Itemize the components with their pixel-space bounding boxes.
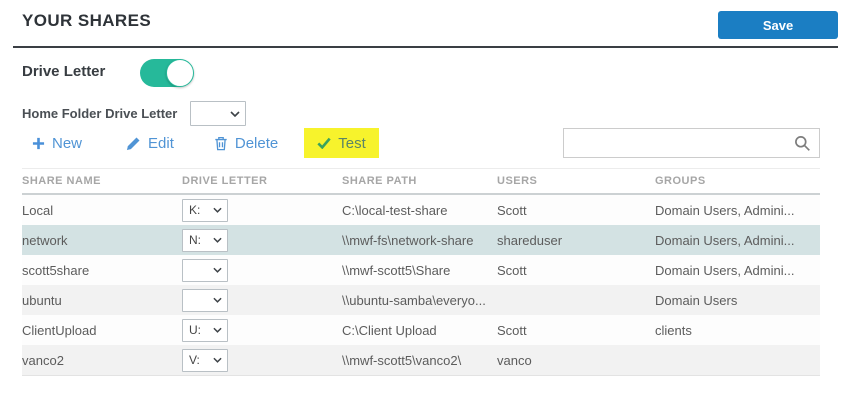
cell-drive-letter: U: xyxy=(182,319,342,342)
drive-letter-select-wrap: K: xyxy=(182,199,228,222)
table-row[interactable]: ubuntu \\ubuntu-samba\everyo... Domain U… xyxy=(22,285,820,315)
save-button[interactable]: Save xyxy=(718,11,838,39)
table-row[interactable]: Local K: C:\local-test-share Scott Domai… xyxy=(22,195,820,225)
cell-share-path: \\ubuntu-samba\everyo... xyxy=(342,293,497,308)
plus-icon xyxy=(32,137,45,150)
cell-drive-letter xyxy=(182,289,342,312)
home-folder-drive-letter-label: Home Folder Drive Letter xyxy=(22,106,177,121)
drive-letter-select[interactable]: U: xyxy=(182,319,228,342)
cell-users: Scott xyxy=(497,263,655,278)
test-button[interactable]: Test xyxy=(304,128,379,158)
cell-share-name: Local xyxy=(22,203,182,218)
drive-letter-toggle[interactable] xyxy=(140,59,192,87)
home-folder-drive-letter-select[interactable] xyxy=(190,101,246,126)
column-header-users: USERS xyxy=(497,175,655,187)
cell-drive-letter: K: xyxy=(182,199,342,222)
column-header-share-path: SHARE PATH xyxy=(342,175,497,187)
drive-letter-select-wrap: N: xyxy=(182,229,228,252)
cell-share-path: C:\local-test-share xyxy=(342,203,497,218)
cell-groups: Domain Users, Admini... xyxy=(655,233,820,248)
column-header-drive-letter: DRIVE LETTER xyxy=(182,175,342,187)
cell-groups: Domain Users, Admini... xyxy=(655,263,820,278)
toggle-knob xyxy=(166,59,194,87)
trash-icon xyxy=(214,136,228,151)
cell-users: vanco xyxy=(497,353,655,368)
cell-users: Scott xyxy=(497,203,655,218)
column-header-share-name: SHARE NAME xyxy=(22,175,182,187)
drive-letter-select-wrap xyxy=(182,289,228,312)
cell-groups: clients xyxy=(655,323,820,338)
drive-letter-select-wrap: U: xyxy=(182,319,228,342)
table-row[interactable]: vanco2 V: \\mwf-scott5\vanco2\ vanco xyxy=(22,345,820,375)
shares-table: SHARE NAME DRIVE LETTER SHARE PATH USERS… xyxy=(22,168,820,376)
drive-letter-select[interactable]: K: xyxy=(182,199,228,222)
page-title: YOUR SHARES xyxy=(22,11,151,31)
home-folder-select-wrap xyxy=(190,101,246,126)
table-row[interactable]: scott5share \\mwf-scott5\Share Scott Dom… xyxy=(22,255,820,285)
toolbar: New Edit Delete Test xyxy=(22,128,820,158)
new-button[interactable]: New xyxy=(32,135,82,152)
search-input[interactable] xyxy=(563,128,820,158)
cell-drive-letter: N: xyxy=(182,229,342,252)
delete-button-label: Delete xyxy=(235,135,278,152)
share-table-body: Local K: C:\local-test-share Scott Domai… xyxy=(22,195,820,376)
drive-letter-select-wrap: V: xyxy=(182,349,228,372)
cell-share-path: \\mwf-fs\network-share xyxy=(342,233,497,248)
cell-share-path: \\mwf-scott5\Share xyxy=(342,263,497,278)
pencil-icon xyxy=(126,136,141,151)
header-divider xyxy=(13,46,838,48)
edit-button-label: Edit xyxy=(148,135,174,152)
drive-letter-select-wrap xyxy=(182,259,228,282)
cell-drive-letter xyxy=(182,259,342,282)
drive-letter-select[interactable] xyxy=(182,289,228,312)
table-row[interactable]: ClientUpload U: C:\Client Upload Scott c… xyxy=(22,315,820,345)
delete-button[interactable]: Delete xyxy=(214,135,278,152)
cell-groups: Domain Users xyxy=(655,293,820,308)
cell-share-name: ubuntu xyxy=(22,293,182,308)
cell-share-name: ClientUpload xyxy=(22,323,182,338)
cell-drive-letter: V: xyxy=(182,349,342,372)
cell-users: Scott xyxy=(497,323,655,338)
your-shares-page: YOUR SHARES Save Drive Letter Home Folde… xyxy=(0,0,841,404)
cell-share-name: vanco2 xyxy=(22,353,182,368)
cell-users: shareduser xyxy=(497,233,655,248)
cell-groups: Domain Users, Admini... xyxy=(655,203,820,218)
column-header-groups: GROUPS xyxy=(655,175,820,187)
cell-share-name: scott5share xyxy=(22,263,182,278)
check-icon xyxy=(317,137,331,149)
new-button-label: New xyxy=(52,135,82,152)
drive-letter-select[interactable]: N: xyxy=(182,229,228,252)
cell-share-path: \\mwf-scott5\vanco2\ xyxy=(342,353,497,368)
search-box xyxy=(563,128,820,158)
table-row[interactable]: network N: \\mwf-fs\network-share shared… xyxy=(22,225,820,255)
drive-letter-label: Drive Letter xyxy=(22,63,105,80)
cell-share-path: C:\Client Upload xyxy=(342,323,497,338)
table-header-row: SHARE NAME DRIVE LETTER SHARE PATH USERS… xyxy=(22,168,820,195)
test-button-label: Test xyxy=(338,135,366,152)
drive-letter-select[interactable] xyxy=(182,259,228,282)
cell-share-name: network xyxy=(22,233,182,248)
drive-letter-select[interactable]: V: xyxy=(182,349,228,372)
edit-button[interactable]: Edit xyxy=(126,135,174,152)
